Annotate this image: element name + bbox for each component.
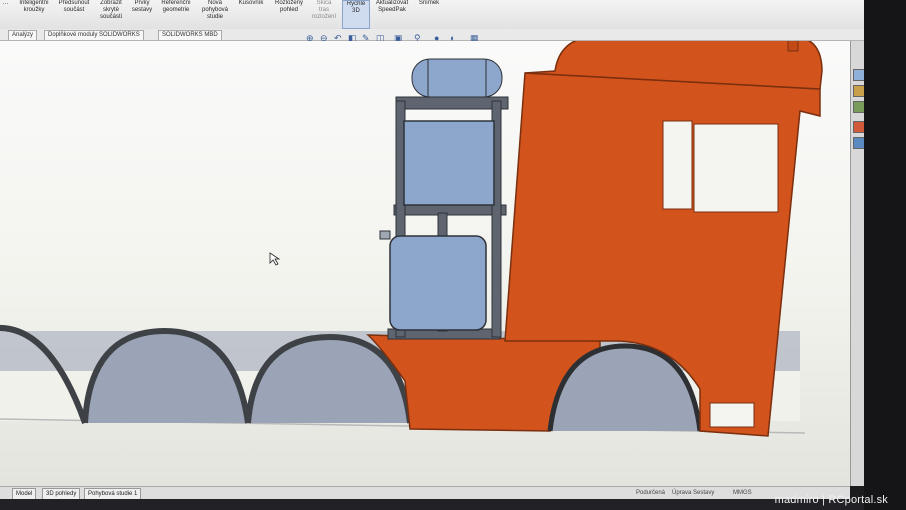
tab-mbd[interactable]: SOLIDWORKS MBD (158, 30, 222, 40)
ribbon-bom-button[interactable]: Kusovník (233, 0, 269, 27)
tab-analyzy[interactable]: Analýzy (8, 30, 38, 40)
air-tank (411, 58, 503, 98)
ribbon-move-component-button[interactable]: Předsunout součást (56, 0, 92, 27)
ribbon-snapshot-button[interactable]: Snímek (414, 0, 444, 27)
ribbon-show-hidden-button[interactable]: Zobrazit skryté součásti (94, 0, 128, 27)
fuel-tank-lower (389, 235, 487, 331)
rack-top-bar (395, 96, 509, 110)
status-edit-mode: Úprava Sestavy (672, 490, 715, 496)
graphics-area[interactable] (0, 30, 850, 486)
ribbon-explode-line-sketch-button[interactable]: Skica tras rozložení (308, 0, 340, 27)
ribbon-assembly-features-button[interactable]: Prvky sestavy (128, 0, 156, 27)
truck-model-render (0, 30, 823, 437)
rack-mid-bar (393, 204, 507, 216)
task-pane-strip (850, 41, 865, 486)
exhaust-stack (787, 30, 799, 52)
status-definition: Podurčená (636, 490, 666, 496)
mouse-cursor-icon (269, 252, 281, 266)
ribbon-cut-button[interactable]: … (0, 0, 11, 27)
ribbon-new-motion-study-button[interactable]: Nová pohybová studie (198, 0, 232, 27)
ribbon-update-speedpak-button[interactable]: Aktualizovat SpeedPak (370, 0, 414, 27)
ribbon-exploded-view-button[interactable]: Rozložený pohled (270, 0, 308, 27)
monitor-bezel-bottom (0, 499, 864, 510)
command-ribbon: … Inteligentní kroužky Předsunout součás… (0, 0, 875, 30)
cab-window-narrow (662, 120, 693, 210)
monitor-photo: … Inteligentní kroužky Předsunout součás… (0, 0, 906, 510)
ribbon-instant3d-button[interactable]: Rychlé 3D (342, 0, 370, 29)
status-units[interactable]: MMGS (733, 488, 752, 498)
monitor-bezel-right (864, 0, 906, 510)
cab-window-main (693, 123, 779, 213)
watermark-text: madmiro | RCportal.sk (774, 494, 888, 506)
status-bar: Model 3D pohledy Pohybová studie 1 Podur… (0, 486, 850, 500)
fuel-cap (379, 230, 391, 240)
battery-box-upper (403, 120, 495, 206)
ribbon-reference-geometry-button[interactable]: Referenční geometrie (156, 0, 196, 27)
tab-addins[interactable]: Doplňkové moduly SOLIDWORKS (44, 30, 144, 40)
cab-step-opening (709, 402, 755, 428)
ribbon-smart-rings-button[interactable]: Inteligentní kroužky (12, 0, 56, 27)
